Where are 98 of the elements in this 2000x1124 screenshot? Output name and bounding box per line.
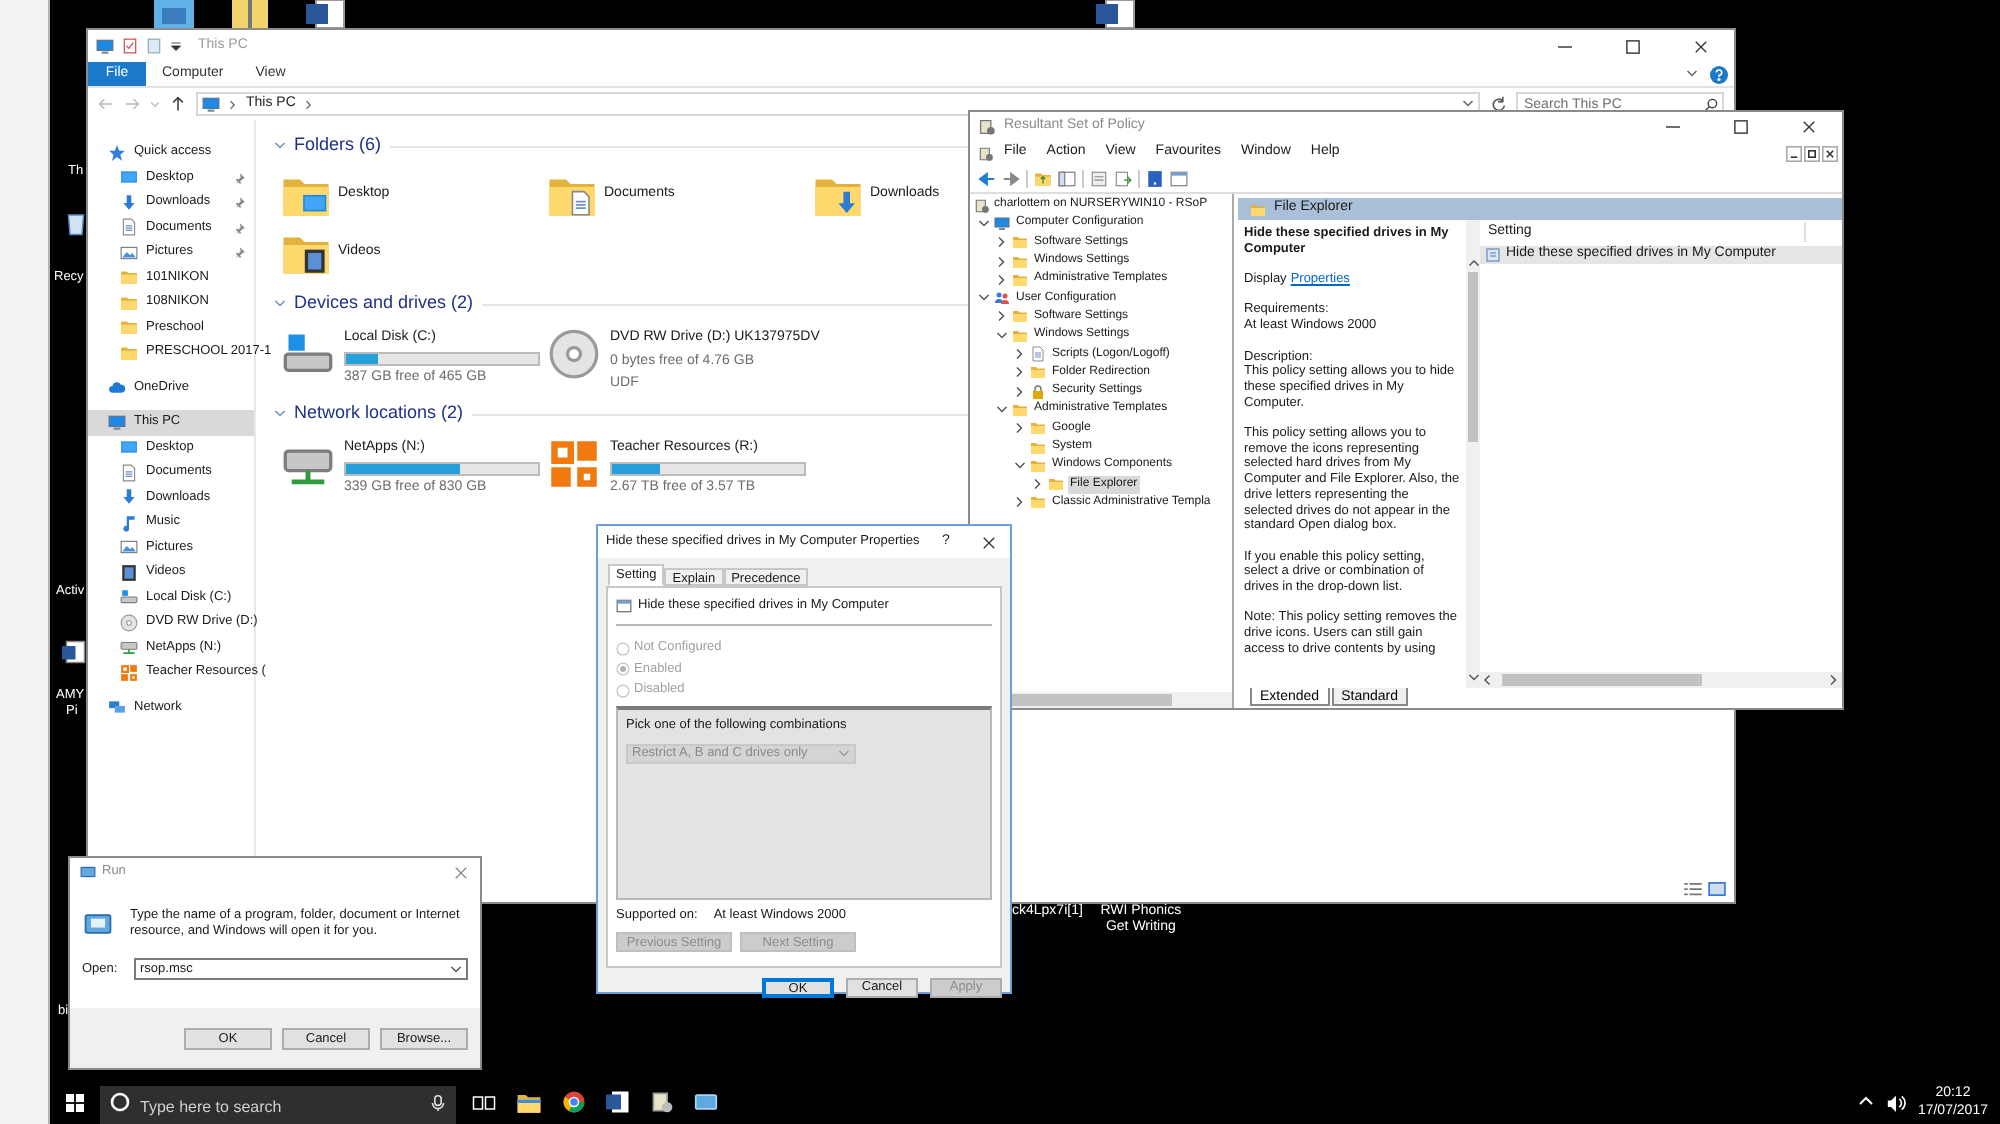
chevron-up-icon [1857, 1094, 1874, 1110]
close-icon[interactable] [1693, 39, 1707, 53]
search-box[interactable]: Type here to search [100, 1085, 456, 1124]
section-header[interactable]: Folders (6) [294, 132, 382, 160]
help-icon[interactable] [1710, 65, 1728, 83]
policy-icon[interactable] [650, 1090, 674, 1114]
circle-icon[interactable] [110, 1092, 130, 1112]
section-header[interactable]: Network locations (2) [294, 400, 464, 428]
windows-start-icon[interactable] [66, 1093, 84, 1111]
close-icon[interactable] [1801, 119, 1815, 133]
folder-up-icon[interactable] [1034, 170, 1052, 188]
folder-icon [1030, 364, 1046, 381]
chevron-right-icon [1828, 674, 1840, 686]
disc-icon [548, 328, 600, 380]
chevron-down-icon [450, 963, 462, 975]
film-icon [120, 563, 138, 582]
details-view-icon[interactable] [1684, 882, 1702, 896]
chevron-right-icon [303, 99, 314, 109]
close-icon[interactable] [981, 535, 995, 549]
word-document-icon[interactable] [606, 1090, 630, 1114]
download-icon [120, 488, 138, 507]
search-icon[interactable] [1704, 97, 1718, 111]
run-icon [80, 864, 96, 880]
chevron-up-icon [1467, 258, 1479, 270]
section-header[interactable]: Devices and drives (2) [294, 290, 474, 318]
large-icons-view-icon[interactable] [1708, 882, 1726, 896]
microphone-icon[interactable] [430, 1093, 446, 1111]
properties-icon[interactable] [1090, 170, 1108, 188]
minimize-icon[interactable] [1786, 145, 1802, 161]
download-icon [120, 193, 138, 212]
picture-icon [120, 243, 138, 262]
computer-icon [994, 215, 1010, 232]
pin-icon[interactable] [234, 196, 246, 209]
cloud-icon [108, 378, 126, 397]
policy-icon [974, 197, 990, 214]
zipped-folder-icon[interactable] [232, 0, 272, 28]
back-arrow-icon[interactable] [978, 170, 996, 188]
run-icon [82, 908, 114, 940]
pin-icon[interactable] [234, 171, 246, 184]
screen-icon [120, 168, 138, 187]
document-icon [1030, 346, 1046, 363]
chevron-down-icon [838, 748, 850, 760]
scrollbar[interactable] [1480, 672, 1842, 688]
setting-icon [1486, 248, 1500, 262]
policy-icon [978, 117, 996, 135]
squares-icon [120, 663, 138, 682]
window-icon[interactable] [1170, 170, 1188, 188]
chevron-down-icon [1467, 672, 1479, 684]
dropdown-caret-icon[interactable] [170, 40, 182, 52]
word-document-icon[interactable] [1096, 0, 1136, 28]
music-note-icon [120, 513, 138, 532]
word-document-icon[interactable] [62, 636, 86, 668]
folder-icon [120, 293, 138, 312]
folder-icon [120, 268, 138, 287]
drive-icon [120, 588, 138, 607]
restore-icon[interactable] [1804, 145, 1820, 161]
close-icon[interactable] [1822, 145, 1838, 161]
chevron-down-icon [1686, 68, 1698, 80]
chevron-down-icon [1462, 98, 1474, 110]
computer-icon [202, 95, 220, 113]
network-icon [108, 698, 126, 717]
pin-icon[interactable] [234, 221, 246, 234]
export-icon[interactable] [1114, 170, 1132, 188]
policy-window-icon [616, 597, 632, 614]
chevron-right-icon [228, 99, 238, 109]
chevron-down-icon [150, 99, 160, 109]
document-icon [120, 218, 138, 237]
word-document-icon[interactable] [306, 0, 346, 28]
network-drive-icon [120, 638, 138, 657]
folder-icon[interactable] [516, 1089, 542, 1115]
chevron-left-icon [1482, 674, 1494, 686]
maximize-icon[interactable] [1625, 39, 1639, 53]
screen-icon [120, 438, 138, 457]
properties-icon[interactable] [122, 38, 138, 54]
maximize-icon[interactable] [1733, 119, 1747, 133]
pin-icon[interactable] [234, 246, 246, 259]
lock-icon [1030, 383, 1046, 400]
task-view-icon[interactable] [472, 1093, 496, 1111]
picture-icon [120, 538, 138, 557]
folder-icon [1250, 201, 1266, 217]
speaker-icon[interactable] [1885, 1093, 1906, 1111]
star-icon [108, 143, 126, 162]
tree-pane-icon[interactable] [1058, 170, 1076, 188]
folder-icon [120, 343, 138, 362]
refresh-icon[interactable] [1490, 96, 1506, 112]
folder-icon [120, 318, 138, 337]
computer-icon [108, 413, 126, 432]
up-arrow-icon[interactable] [170, 96, 186, 112]
scrollbar[interactable] [1466, 220, 1480, 688]
computer-icon [96, 37, 114, 55]
help-book-icon[interactable] [1146, 170, 1164, 188]
document-icon [120, 463, 138, 482]
run-icon[interactable] [694, 1090, 718, 1114]
squares-icon [548, 438, 600, 490]
forward-arrow-icon[interactable] [1002, 170, 1020, 188]
browser-icon[interactable] [562, 1090, 586, 1114]
users-icon [994, 290, 1010, 307]
disc-icon [120, 613, 138, 632]
